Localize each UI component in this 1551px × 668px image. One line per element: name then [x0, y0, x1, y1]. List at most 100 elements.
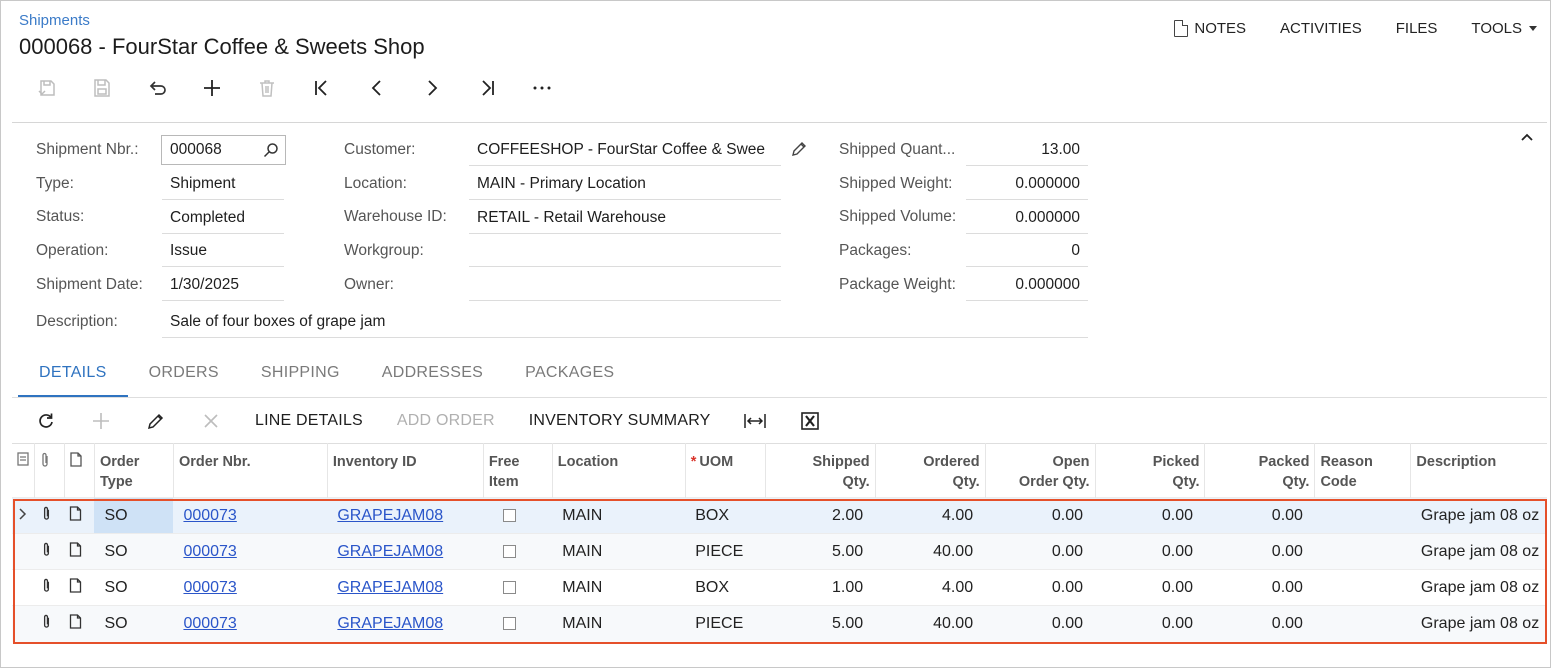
collapse-icon[interactable]	[1519, 129, 1535, 145]
export-excel-button[interactable]	[783, 405, 838, 437]
tab-details[interactable]: DETAILS	[18, 352, 128, 398]
reason-code-cell[interactable]	[1314, 605, 1411, 642]
note-cell[interactable]	[64, 497, 95, 534]
open-order-qty-cell[interactable]: 0.00	[985, 569, 1096, 606]
open-order-qty-cell[interactable]: 0.00	[985, 497, 1096, 534]
uom-header[interactable]: * UOM	[685, 443, 766, 498]
uom-cell[interactable]: PIECE	[685, 605, 766, 642]
picked-qty-header[interactable]: Picked Qty.	[1095, 443, 1206, 498]
order-type-header[interactable]: Order Type	[94, 443, 174, 498]
location-header[interactable]: Location	[552, 443, 686, 498]
packed-qty-cell[interactable]: 0.00	[1204, 533, 1315, 570]
inventory-id-header[interactable]: Inventory ID	[327, 443, 484, 498]
location-cell[interactable]: MAIN	[552, 569, 686, 606]
save-close-button[interactable]	[19, 72, 74, 104]
table-row[interactable]: SO 000073 GRAPEJAM08 MAIN PIECE 5.00 40.…	[12, 605, 1547, 642]
add-row-button[interactable]	[73, 405, 128, 437]
order-nbr-cell[interactable]: 000073	[173, 605, 328, 642]
table-row[interactable]: SO 000073 GRAPEJAM08 MAIN PIECE 5.00 40.…	[12, 533, 1547, 570]
order-nbr-header[interactable]: Order Nbr.	[173, 443, 328, 498]
order-nbr-link[interactable]: 000073	[183, 543, 236, 560]
edit-row-button[interactable]	[128, 405, 183, 437]
description-cell[interactable]: Grape jam 08 oz	[1410, 497, 1547, 534]
order-type-cell[interactable]: SO	[94, 605, 174, 642]
inventory-summary-button[interactable]: INVENTORY SUMMARY	[512, 405, 728, 437]
location-cell[interactable]: MAIN	[552, 533, 686, 570]
reason-code-header[interactable]: Reason Code	[1314, 443, 1412, 498]
description-cell[interactable]: Grape jam 08 oz	[1410, 569, 1547, 606]
free-item-checkbox[interactable]	[503, 544, 517, 558]
row-selector[interactable]	[12, 533, 35, 570]
location-cell[interactable]: MAIN	[552, 497, 686, 534]
uom-cell[interactable]: PIECE	[685, 533, 766, 570]
delete-row-button[interactable]	[183, 405, 238, 437]
order-nbr-cell[interactable]: 000073	[173, 497, 328, 534]
activities-button[interactable]: ACTIVITIES	[1263, 18, 1379, 38]
open-order-qty-cell[interactable]: 0.00	[985, 533, 1096, 570]
delete-button[interactable]	[239, 72, 294, 104]
ordered-qty-cell[interactable]: 40.00	[875, 605, 986, 642]
attachment-cell[interactable]	[34, 533, 65, 570]
free-item-cell[interactable]	[483, 569, 553, 606]
inventory-id-link[interactable]: GRAPEJAM08	[337, 543, 443, 560]
shipped-qty-cell[interactable]: 5.00	[765, 605, 876, 642]
inventory-id-cell[interactable]: GRAPEJAM08	[327, 533, 484, 570]
inventory-id-link[interactable]: GRAPEJAM08	[337, 507, 443, 524]
free-item-checkbox[interactable]	[503, 508, 517, 522]
save-button[interactable]	[74, 72, 129, 104]
ordered-qty-cell[interactable]: 4.00	[875, 569, 986, 606]
inventory-id-link[interactable]: GRAPEJAM08	[337, 615, 443, 632]
free-item-cell[interactable]	[483, 605, 553, 642]
ordered-qty-cell[interactable]: 40.00	[875, 533, 986, 570]
order-nbr-cell[interactable]: 000073	[173, 533, 328, 570]
free-item-cell[interactable]	[483, 533, 553, 570]
shipped-qty-header[interactable]: Shipped Qty.	[765, 443, 876, 498]
ordered-qty-cell[interactable]: 4.00	[875, 497, 986, 534]
notes-button[interactable]: NOTES	[1157, 18, 1263, 38]
open-order-qty-header[interactable]: Open Order Qty.	[985, 443, 1096, 498]
packed-qty-cell[interactable]: 0.00	[1204, 497, 1315, 534]
description-cell[interactable]: Grape jam 08 oz	[1410, 533, 1547, 570]
note-cell[interactable]	[64, 569, 95, 606]
inventory-id-cell[interactable]: GRAPEJAM08	[327, 497, 484, 534]
previous-record-button[interactable]	[349, 72, 404, 104]
next-record-button[interactable]	[404, 72, 459, 104]
table-row[interactable]: SO 000073 GRAPEJAM08 MAIN BOX 2.00 4.00 …	[12, 497, 1547, 534]
picked-qty-cell[interactable]: 0.00	[1095, 569, 1205, 606]
uom-cell[interactable]: BOX	[685, 569, 766, 606]
order-type-cell[interactable]: SO	[94, 533, 174, 570]
tab-packages[interactable]: PACKAGES	[504, 352, 635, 398]
order-nbr-cell[interactable]: 000073	[173, 569, 328, 606]
tab-addresses[interactable]: ADDRESSES	[361, 352, 504, 398]
order-nbr-link[interactable]: 000073	[183, 615, 236, 632]
fit-columns-button[interactable]	[728, 405, 783, 437]
add-order-button[interactable]: ADD ORDER	[380, 405, 512, 437]
attachment-header[interactable]	[34, 443, 65, 498]
row-selector-header[interactable]	[12, 443, 35, 498]
location-cell[interactable]: MAIN	[552, 605, 686, 642]
row-selector[interactable]	[12, 605, 35, 642]
edit-pencil-icon[interactable]	[790, 140, 808, 158]
free-item-checkbox[interactable]	[503, 580, 517, 594]
free-item-cell[interactable]	[483, 497, 553, 534]
shipment-nbr-input[interactable]: 000068	[161, 135, 286, 165]
packed-qty-cell[interactable]: 0.00	[1204, 605, 1315, 642]
picked-qty-cell[interactable]: 0.00	[1095, 605, 1205, 642]
shipped-qty-cell[interactable]: 2.00	[765, 497, 876, 534]
attachment-cell[interactable]	[34, 605, 65, 642]
row-selector[interactable]	[12, 569, 35, 606]
order-nbr-link[interactable]: 000073	[183, 579, 236, 596]
description-header[interactable]: Description	[1410, 443, 1547, 498]
free-item-checkbox[interactable]	[503, 617, 517, 631]
search-icon[interactable]	[263, 142, 279, 158]
inventory-id-cell[interactable]: GRAPEJAM08	[327, 569, 484, 606]
first-record-button[interactable]	[294, 72, 349, 104]
inventory-id-cell[interactable]: GRAPEJAM08	[327, 605, 484, 642]
description-cell[interactable]: Grape jam 08 oz	[1410, 605, 1547, 642]
undo-button[interactable]	[129, 72, 184, 104]
tools-menu-button[interactable]: TOOLS	[1454, 18, 1537, 38]
order-type-cell[interactable]: SO	[94, 569, 174, 606]
more-button[interactable]	[514, 72, 569, 104]
refresh-button[interactable]	[18, 405, 73, 437]
tab-orders[interactable]: ORDERS	[128, 352, 240, 398]
